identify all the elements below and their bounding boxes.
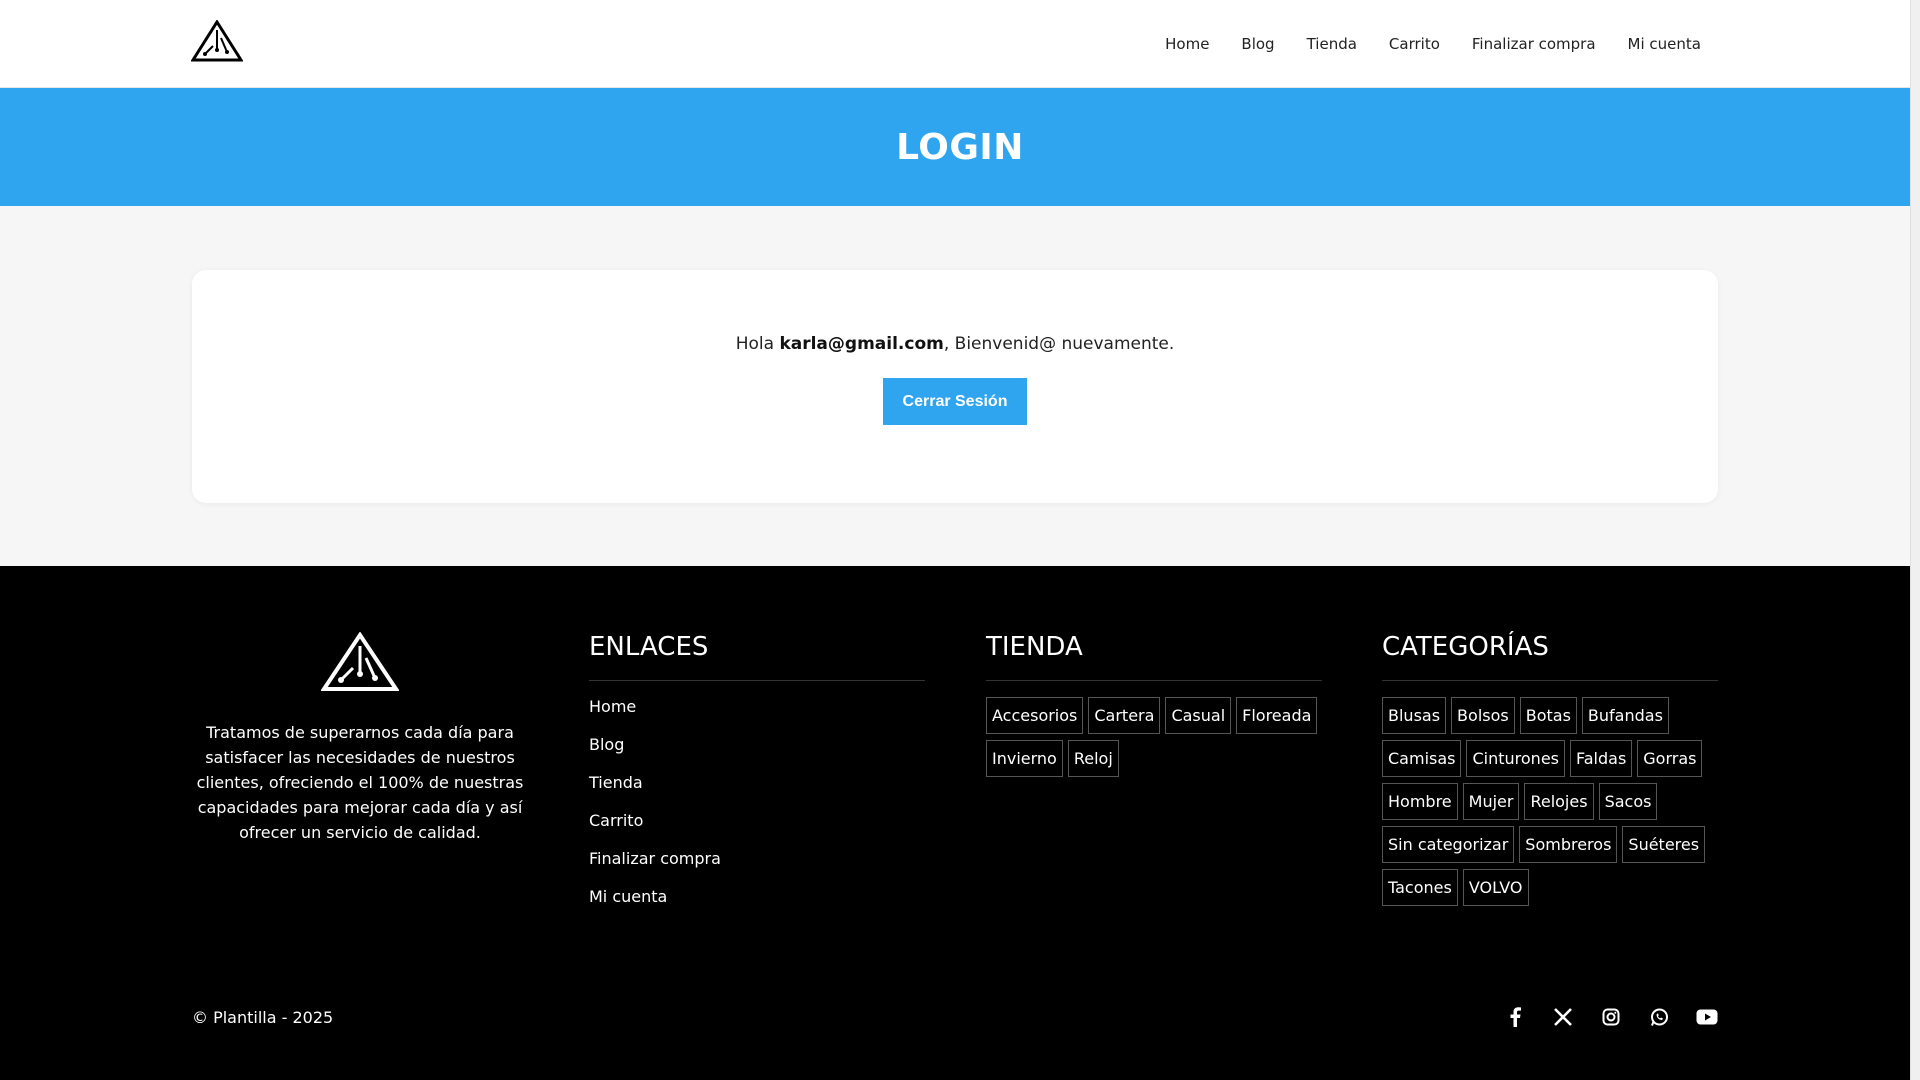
footer-links: ENLACES Home Blog Tienda Carrito Finaliz… — [589, 632, 925, 925]
shop-tag[interactable]: Floreada — [1236, 697, 1318, 734]
account-card: Hola karla@gmail.com, Bienvenid@ nuevame… — [192, 270, 1718, 503]
footer-logo-icon — [321, 632, 399, 691]
nav-blog[interactable]: Blog — [1241, 35, 1274, 53]
category-tag[interactable]: Faldas — [1570, 740, 1633, 777]
shop-tag-list: Accesorios Cartera Casual Floreada Invie… — [986, 697, 1322, 777]
footer-shop-title: TIENDA — [986, 632, 1322, 681]
shop-tag[interactable]: Invierno — [986, 740, 1063, 777]
category-tag-list: Blusas Bolsos Botas Bufandas Camisas Cin… — [1382, 697, 1718, 906]
shop-tag[interactable]: Accesorios — [986, 697, 1084, 734]
greeting-suffix: , Bienvenid@ nuevamente. — [943, 334, 1175, 354]
category-tag[interactable]: Bolsos — [1451, 697, 1515, 734]
site-footer: Tratamos de superarnos cada día para sat… — [0, 566, 1910, 1080]
logout-button[interactable]: Cerrar Sesión — [883, 378, 1027, 425]
page-title: LOGIN — [896, 126, 1024, 168]
shop-tag[interactable]: Casual — [1165, 697, 1232, 734]
footer-link-home[interactable]: Home — [589, 697, 925, 716]
category-tag[interactable]: Hombre — [1382, 783, 1458, 820]
footer-link-mi-cuenta[interactable]: Mi cuenta — [589, 887, 925, 906]
category-tag[interactable]: Sacos — [1598, 783, 1658, 820]
page-hero: LOGIN — [0, 88, 1920, 206]
copyright-text: © Plantilla - 2025 — [192, 1008, 334, 1027]
nav-mi-cuenta[interactable]: Mi cuenta — [1628, 35, 1701, 53]
whatsapp-icon[interactable] — [1648, 1006, 1670, 1028]
footer-about-text: Tratamos de superarnos cada día para sat… — [196, 723, 524, 842]
instagram-icon[interactable] — [1600, 1006, 1622, 1028]
nav-carrito[interactable]: Carrito — [1389, 35, 1440, 53]
greeting-text: Hola karla@gmail.com, Bienvenid@ nuevame… — [192, 334, 1718, 354]
footer-links-title: ENLACES — [589, 632, 925, 681]
category-tag[interactable]: Mujer — [1462, 783, 1520, 820]
shop-tag[interactable]: Reloj — [1067, 740, 1119, 777]
footer-categories-title: CATEGORÍAS — [1382, 632, 1718, 681]
nav-finalizar-compra[interactable]: Finalizar compra — [1472, 35, 1596, 53]
footer-link-blog[interactable]: Blog — [589, 735, 925, 754]
facebook-icon[interactable] — [1504, 1006, 1526, 1028]
site-logo-icon[interactable] — [191, 20, 243, 62]
category-tag[interactable]: Camisas — [1382, 740, 1462, 777]
page-scrollbar[interactable] — [1910, 0, 1920, 1080]
nav-tienda[interactable]: Tienda — [1307, 35, 1357, 53]
site-header: Home Blog Tienda Carrito Finalizar compr… — [0, 0, 1920, 88]
footer-link-finalizar-compra[interactable]: Finalizar compra — [589, 849, 925, 868]
category-tag[interactable]: Sin categorizar — [1382, 826, 1515, 863]
footer-link-carrito[interactable]: Carrito — [589, 811, 925, 830]
nav-home[interactable]: Home — [1165, 35, 1209, 53]
category-tag[interactable]: Sombreros — [1519, 826, 1618, 863]
social-links — [1504, 1006, 1718, 1028]
greeting-prefix: Hola — [735, 334, 780, 354]
category-tag[interactable]: Suéteres — [1622, 826, 1706, 863]
category-tag[interactable]: Bufandas — [1581, 697, 1669, 734]
category-tag[interactable]: Tacones — [1382, 869, 1458, 906]
category-tag[interactable]: Relojes — [1524, 783, 1594, 820]
footer-shop: TIENDA Accesorios Cartera Casual Floread… — [986, 632, 1322, 777]
footer-categories: CATEGORÍAS Blusas Bolsos Botas Bufandas … — [1382, 632, 1718, 906]
category-tag[interactable]: Gorras — [1637, 740, 1703, 777]
category-tag[interactable]: Cinturones — [1466, 740, 1565, 777]
category-tag[interactable]: Blusas — [1382, 697, 1447, 734]
main-nav: Home Blog Tienda Carrito Finalizar compr… — [1133, 0, 1701, 88]
category-tag[interactable]: Botas — [1519, 697, 1577, 734]
user-email: karla@gmail.com — [779, 334, 944, 354]
x-icon[interactable] — [1552, 1006, 1574, 1028]
footer-about: Tratamos de superarnos cada día para sat… — [192, 632, 528, 845]
footer-link-tienda[interactable]: Tienda — [589, 773, 925, 792]
youtube-icon[interactable] — [1696, 1006, 1718, 1028]
shop-tag[interactable]: Cartera — [1088, 697, 1161, 734]
main-content: Hola karla@gmail.com, Bienvenid@ nuevame… — [0, 206, 1920, 566]
category-tag[interactable]: VOLVO — [1462, 869, 1529, 906]
